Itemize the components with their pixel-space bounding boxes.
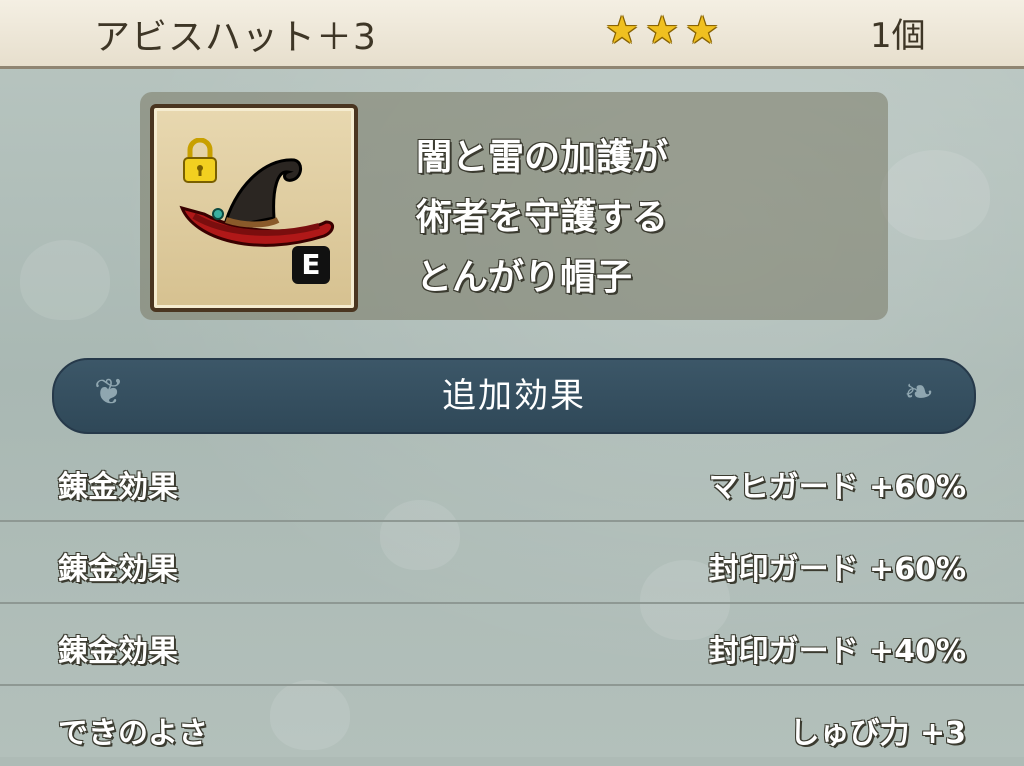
effect-row: できのよさ しゅび力 +3 (0, 686, 1024, 766)
item-name: アビスハット＋3 (94, 17, 377, 58)
effect-value: しゅび力 +3 (789, 716, 966, 751)
bg-slime-shape (880, 150, 990, 240)
star-rating: ★ ★ ★ (605, 8, 719, 52)
description-line: とんがり帽子 (416, 257, 633, 298)
effect-value: マヒガード +60% (708, 470, 966, 505)
star-icon: ★ (605, 8, 640, 52)
effect-label: 錬金効果 (58, 552, 178, 587)
description-line: 闇と雷の加護が (416, 137, 669, 178)
item-count: 1個 (870, 16, 926, 56)
effect-row: 錬金効果 マヒガード +60% (0, 440, 1024, 522)
equipped-badge: E (292, 246, 330, 284)
effect-label: できのよさ (58, 716, 208, 751)
item-description: 闇と雷の加護が 術者を守護する とんがり帽子 (416, 128, 856, 308)
lock-icon (183, 138, 217, 183)
effect-row: 錬金効果 封印ガード +40% (0, 604, 1024, 686)
bg-slime-shape (20, 240, 110, 320)
section-title: 追加効果 (442, 376, 586, 416)
effect-row: 錬金効果 封印ガード +60% (0, 522, 1024, 604)
effect-label: 錬金効果 (58, 634, 178, 669)
star-icon: ★ (645, 8, 680, 52)
effect-value: 封印ガード +60% (708, 552, 966, 587)
effect-label: 錬金効果 (58, 470, 178, 505)
effect-value: 封印ガード +40% (708, 634, 966, 669)
description-line: 術者を守護する (416, 197, 669, 238)
star-icon: ★ (685, 8, 720, 52)
ornament-right-icon: ❧ (903, 372, 934, 413)
item-header: アビスハット＋3 ★ ★ ★ 1個 (0, 0, 1024, 69)
effects-list: 錬金効果 マヒガード +60% 錬金効果 封印ガード +60% 錬金効果 封印ガ… (0, 440, 1024, 766)
section-banner: ❦ 追加効果 ❧ (52, 358, 976, 434)
